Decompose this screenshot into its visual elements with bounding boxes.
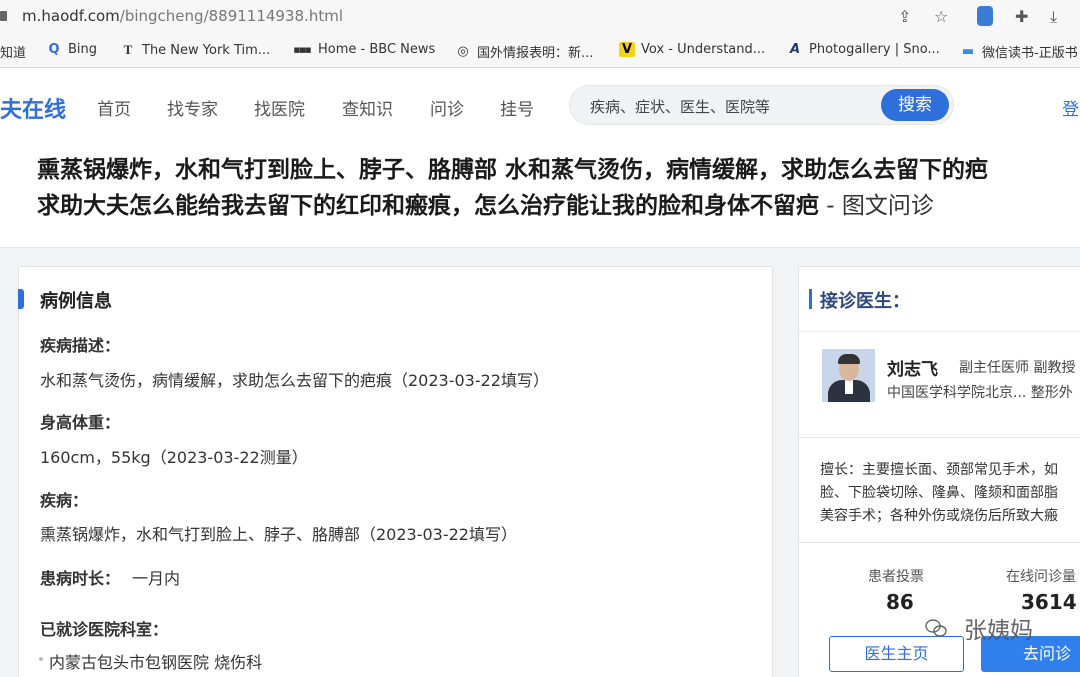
divider [799, 437, 1080, 438]
votes-value: 86 [886, 590, 914, 614]
avatar-shirt [845, 380, 853, 394]
star-icon[interactable]: ☆ [934, 7, 948, 26]
download-icon[interactable]: ⤓ [1050, 7, 1057, 27]
avatar-hair [838, 354, 860, 364]
nav-find-hospital[interactable]: 找医院 [254, 95, 305, 120]
nav-find-expert[interactable]: 找专家 [167, 95, 218, 120]
nav-register[interactable]: 挂号 [500, 95, 534, 120]
weread-icon: ▬ [961, 44, 975, 59]
photogallery-icon: A [789, 42, 801, 57]
vox-icon: V [619, 42, 635, 57]
duration-label: 患病时长： [40, 569, 121, 588]
bookmarks-bar: 知道 Q Bing T The New York Tim... ■■■ Home - … [0, 34, 1080, 68]
doctor-homepage-button[interactable]: 医生主页 [829, 636, 964, 672]
bookmark-nyt[interactable]: T The New York Tim... [120, 42, 271, 58]
doctor-accent-bar [809, 289, 812, 309]
case-section-title: 病例信息 [40, 291, 112, 312]
lock-icon [0, 11, 7, 21]
browser-url-bar[interactable]: m.haodf.com/bingcheng/8891114938.html ⇪ … [0, 0, 1080, 34]
duration-value: 一月内 [132, 569, 181, 588]
search-button[interactable]: 搜索 [881, 89, 949, 121]
consults-label: 在线问诊量 [1006, 569, 1076, 585]
votes-label: 患者投票 [868, 569, 924, 585]
watermark-text: 张姨妈 [964, 618, 1033, 644]
bookmark-zhidao[interactable]: 知道 [0, 42, 26, 61]
disease-value: 熏蒸锅爆炸，水和气打到脸上、脖子、胳膊部（2023-03-22填写） [40, 525, 517, 544]
bookmark-bing[interactable]: Q Bing [46, 42, 97, 57]
search-icon: Q [48, 42, 60, 57]
nav-consult[interactable]: 问诊 [430, 95, 464, 120]
hospital-value: 内蒙古包头市包钢医院 烧伤科 [49, 653, 263, 672]
height-weight-value: 160cm，55kg（2023-03-22测量） [40, 448, 308, 467]
doctor-skill-line1: 擅长：主要擅长面、颈部常见手术，如 [820, 462, 1058, 478]
doctor-name[interactable]: 刘志飞 [887, 355, 938, 380]
doctor-section-title: 接诊医生： [820, 291, 910, 312]
bookmark-globe[interactable]: ◎ 国外情报表明：新... [455, 42, 593, 61]
bookmark-bbc[interactable]: ■■■ Home - BBC News [292, 42, 436, 57]
doctor-hospital: 中国医学科学院北京... 整形外 [887, 385, 1073, 401]
divider [799, 542, 1080, 543]
disease-label: 疾病： [40, 491, 89, 510]
desc-label: 疾病描述： [40, 336, 121, 355]
url-text[interactable]: m.haodf.com/bingcheng/8891114938.html [22, 7, 343, 25]
nav-knowledge[interactable]: 查知识 [342, 95, 393, 120]
nav-home[interactable]: 首页 [97, 95, 131, 120]
wechat-icon [925, 619, 947, 637]
nyt-icon: T [123, 42, 133, 57]
page-title-line2: 求助大夫怎么能给我去留下的红印和瘢痕，怎么治疗能让我的脸和身体不留疤 - 图文问… [37, 193, 934, 219]
bookmark-weread[interactable]: ▬ 微信读书-正版书 [960, 42, 1078, 61]
login-link[interactable]: 登 [1062, 95, 1079, 120]
bookmark-photogallery[interactable]: A Photogallery | Sno... [787, 42, 940, 57]
divider [799, 331, 1080, 332]
puzzle-icon[interactable]: ✚ [1015, 7, 1028, 26]
globe-icon: ◎ [457, 44, 469, 59]
bbc-icon: ■■■ [293, 45, 312, 54]
height-weight-label: 身高体重： [40, 413, 121, 432]
doctor-skill-line3: 美容手术；各种外伤或烧伤后所致大瘢 [820, 508, 1058, 524]
page-title-line1: 熏蒸锅爆炸，水和气打到脸上、脖子、胳膊部 水和蒸气烫伤，病情缓解，求助怎么去留下… [37, 157, 989, 183]
doctor-skill-line2: 脸、下脸袋切除、隆鼻、隆颏和面部脂 [820, 485, 1058, 501]
hospital-label: 已就诊医院科室： [40, 620, 169, 639]
doctor-avatar[interactable] [822, 349, 875, 402]
extension-icon[interactable] [977, 6, 993, 26]
share-icon[interactable]: ⇪ [898, 7, 911, 26]
search-placeholder: 疾病、症状、医生、医院等 [590, 98, 771, 116]
site-logo[interactable]: 夫在线 [0, 92, 66, 124]
duration-row: 患病时长： 一月内 [40, 565, 180, 589]
doctor-titles: 副主任医师 副教授 [959, 360, 1076, 376]
section-accent-bar [18, 289, 24, 309]
bullet-dot [39, 657, 43, 661]
desc-value: 水和蒸气烫伤，病情缓解，求助怎么去留下的疤痕（2023-03-22填写） [40, 371, 549, 390]
bookmark-vox[interactable]: V Vox - Understand... [619, 42, 765, 57]
